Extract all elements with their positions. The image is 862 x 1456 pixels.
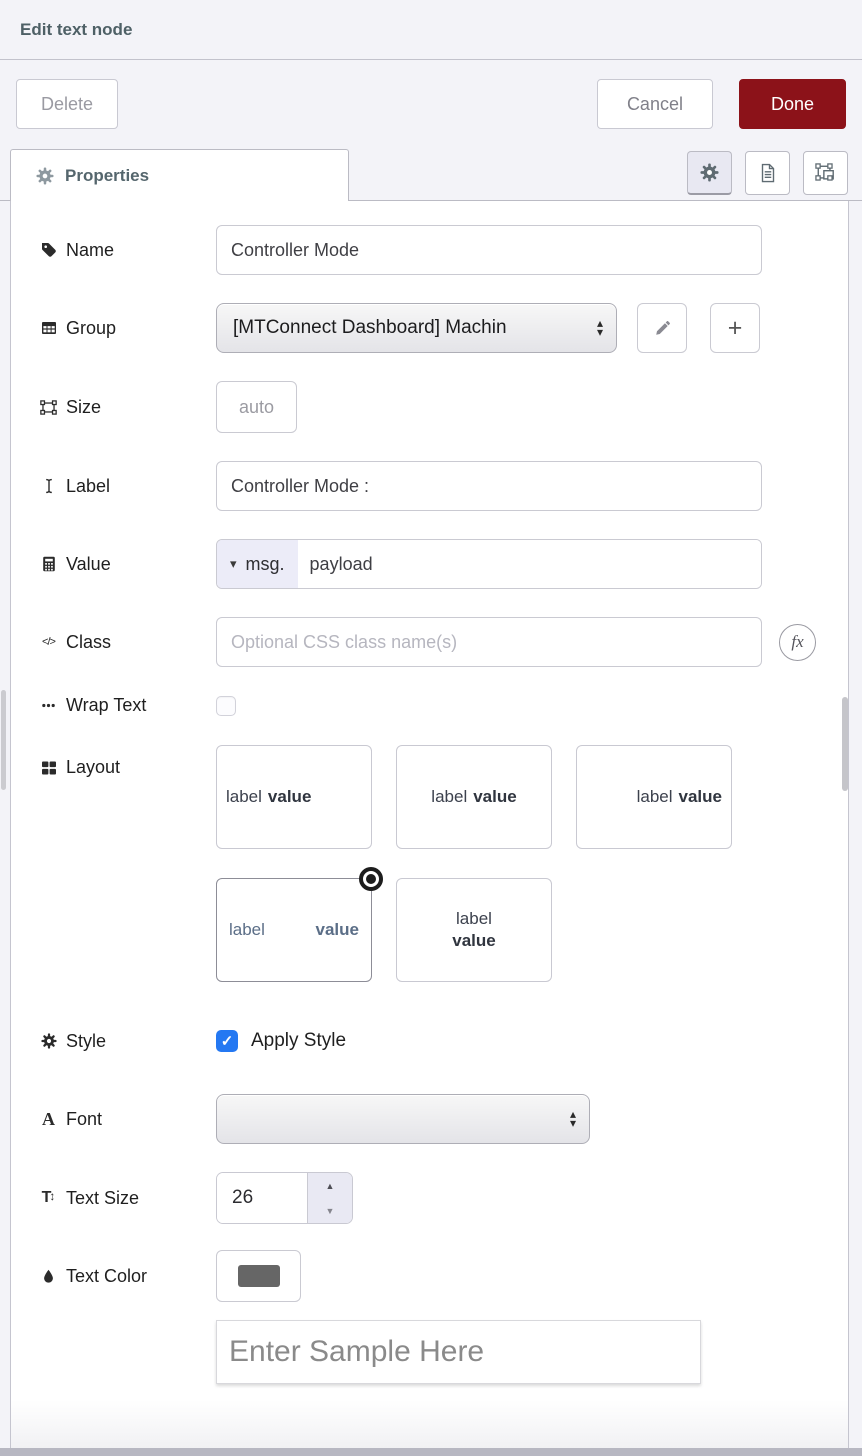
layout-options: label value label value label value labe… [216,745,738,982]
table-icon [40,320,57,336]
description-pane-button[interactable] [745,151,790,195]
dialog-bottom-edge [0,1448,862,1456]
gear-icon [40,1033,57,1049]
size-row: Size auto [40,381,848,433]
text-size-label: T↕ Text Size [40,1188,216,1209]
tab-bar: Properties [0,148,862,201]
code-icon: </> [40,636,57,648]
apply-style-checkbox[interactable]: ✓ [216,1030,238,1052]
wrap-text-checkbox[interactable] [216,696,236,716]
done-button[interactable]: Done [739,79,846,129]
select-arrows-icon: ▴▾ [570,1110,576,1128]
vertical-scrollbar[interactable] [842,697,848,791]
sample-row [216,1320,848,1384]
group-label: Group [40,318,216,339]
text-color-swatch [238,1265,280,1287]
text-color-label: Text Color [40,1266,216,1287]
class-label: </> Class [40,632,216,653]
spinner-up-button[interactable]: ▲ [308,1173,352,1198]
check-icon: ✓ [221,1032,234,1050]
layout-row: Layout label value label value label val… [40,745,848,982]
value-input[interactable] [298,540,761,588]
select-arrows-icon: ▴▾ [597,319,603,337]
font-row: A Font ▴▾ [40,1094,848,1144]
layout-option-label-over-value[interactable]: label value [396,878,552,982]
layout-label: Layout [40,745,216,778]
layout-option-label-value-spread[interactable]: label value [216,878,372,982]
gear-icon [700,163,719,182]
fx-badge: fx [779,624,816,661]
dialog-header: Edit text node [0,0,862,60]
dialog-title: Edit text node [20,20,132,40]
i-cursor-icon [40,478,57,494]
style-row: Style ✓ Apply Style [40,1030,848,1052]
pencil-icon [654,320,671,337]
properties-pane-button[interactable] [687,151,732,195]
group-row: Group [MTConnect Dashboard] Machin ▴▾ + [40,303,848,353]
tab-properties[interactable]: Properties [10,149,349,201]
label-input[interactable] [216,461,762,511]
tag-icon [40,242,57,258]
wrap-text-label: Wrap Text [40,695,216,716]
value-type-selector[interactable]: ▾ msg. [217,540,298,588]
font-select[interactable]: ▴▾ [216,1094,590,1144]
group-select[interactable]: [MTConnect Dashboard] Machin ▴▾ [216,303,617,353]
wrap-text-row: Wrap Text [40,695,848,716]
gear-icon [36,167,54,185]
name-label: Name [40,240,216,261]
group-select-value: [MTConnect Dashboard] Machin [233,317,597,339]
value-typed-input: ▾ msg. [216,539,762,589]
value-label: Value [40,554,216,575]
font-label: A Font [40,1109,216,1130]
layout-option-label-value-left[interactable]: label value [216,745,372,849]
selected-radio-icon [359,867,383,891]
edit-group-button[interactable] [637,303,687,353]
tint-icon [40,1269,57,1284]
layout-option-label-value-right[interactable]: label value [576,745,732,849]
size-label: Size [40,397,216,418]
text-size-input[interactable] [217,1173,307,1223]
text-size-row: T↕ Text Size ▲ ▼ [40,1172,848,1224]
value-type-label: msg. [246,554,285,575]
label-row: Label [40,461,848,511]
action-button-bar: Delete Cancel Done [0,60,862,148]
th-large-icon [40,760,57,776]
text-size-spinner: ▲ ▼ [216,1172,353,1224]
size-auto-button[interactable]: auto [216,381,297,433]
calculator-icon [40,556,57,572]
properties-form: Name Group [MTConnect Dashboard] Machin … [10,201,849,1448]
class-input[interactable] [216,617,762,667]
value-row: Value ▾ msg. [40,539,848,589]
tab-toolbar [687,151,862,195]
appearance-pane-button[interactable] [803,151,848,195]
object-group-icon [40,399,57,416]
tab-properties-label: Properties [65,166,149,186]
sample-text-input[interactable] [216,1320,701,1384]
spinner-down-button[interactable]: ▼ [308,1198,352,1223]
label-label: Label [40,476,216,497]
text-color-row: Text Color [40,1250,848,1302]
name-row: Name [40,225,848,275]
text-height-icon: T↕ [40,1189,57,1207]
style-label: Style [40,1031,216,1052]
appearance-icon [815,163,836,184]
name-input[interactable] [216,225,762,275]
form-bottom-fade [11,1400,848,1448]
font-icon: A [40,1109,57,1130]
text-color-button[interactable] [216,1250,301,1302]
cancel-button[interactable]: Cancel [597,79,713,129]
spinner-arrows: ▲ ▼ [307,1173,352,1223]
add-group-button[interactable]: + [710,303,760,353]
plus-icon: + [728,316,743,341]
left-scrollbar[interactable] [1,690,6,790]
class-row: </> Class fx [40,617,848,667]
ellipsis-icon [40,698,57,713]
doc-icon [758,163,778,183]
apply-style-caption: Apply Style [251,1030,346,1052]
layout-option-label-value-center[interactable]: label value [396,745,552,849]
caret-down-icon: ▾ [230,556,237,572]
delete-button[interactable]: Delete [16,79,118,129]
